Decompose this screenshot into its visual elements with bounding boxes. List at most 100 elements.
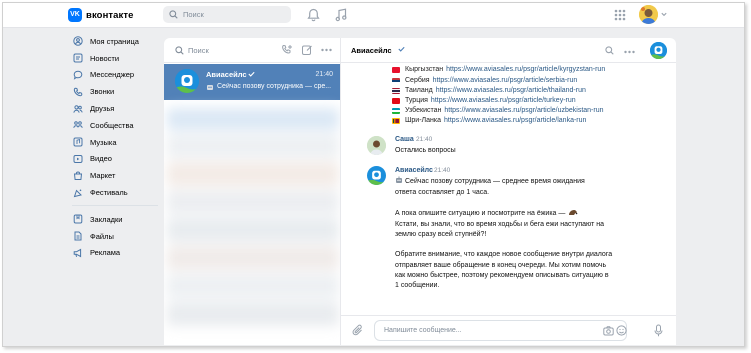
microphone-icon[interactable]: [654, 324, 663, 339]
emoji-icon[interactable]: [616, 325, 627, 338]
user-avatar[interactable]: [367, 136, 386, 155]
aviasales-avatar[interactable]: [650, 42, 667, 59]
chat-list-item-active[interactable]: Авиасейлс 21:40 Сейчас позову сотрудника…: [164, 64, 340, 100]
sidebar-item-messenger[interactable]: Мессенджер: [67, 67, 163, 84]
message-line: А пока опишите ситуацию и посмотрите на …: [395, 209, 640, 220]
compose-icon[interactable]: [301, 44, 313, 58]
robot-emoji-icon: [206, 83, 214, 93]
message-author[interactable]: Саша: [395, 136, 414, 143]
message-line-text: Сейчас позову сотрудника — среднее время…: [405, 178, 585, 185]
list-item[interactable]: [167, 162, 339, 186]
sidebar-item-my-page[interactable]: Моя страница: [67, 33, 163, 50]
camera-icon[interactable]: [603, 326, 614, 338]
country-link[interactable]: https://www.aviasales.ru/psgr/article/la…: [444, 117, 586, 124]
festival-icon: [72, 187, 83, 198]
country-link[interactable]: https://www.aviasales.ru/psgr/article/se…: [433, 77, 578, 84]
list-item[interactable]: [167, 190, 339, 214]
sidebar-divider: [72, 204, 158, 206]
country-link[interactable]: https://www.aviasales.ru/psgr/article/ky…: [446, 66, 605, 73]
message-text: Остались вопросы: [395, 146, 640, 156]
bookmark-icon: [72, 214, 83, 225]
vk-logo-text: вконтакте: [86, 9, 134, 21]
left-sidebar: Моя страница Новости Мессенджер Звонки Д…: [67, 33, 163, 261]
search-icon[interactable]: [605, 46, 614, 57]
chat-list-header: Поиск: [164, 38, 340, 63]
search-placeholder: Поиск: [183, 10, 204, 19]
message-text: Сейчас позову сотрудника — среднее время…: [395, 176, 640, 291]
message-input[interactable]: Напишите сообщение...: [374, 320, 627, 341]
search-input[interactable]: Поиск: [163, 6, 291, 23]
country-name: Таиланд: [405, 87, 433, 94]
verified-icon: [248, 71, 255, 79]
list-item[interactable]: [167, 246, 339, 270]
more-icon[interactable]: [624, 49, 635, 56]
message-line: землю сразу всей ступнёй?!: [395, 231, 487, 238]
sidebar-item-communities[interactable]: Сообщества: [67, 117, 163, 134]
sidebar-item-news[interactable]: Новости: [67, 50, 163, 67]
market-icon: [72, 170, 83, 181]
sidebar-item-label: Маркет: [90, 171, 116, 181]
country-link[interactable]: https://www.aviasales.ru/psgr/article/tu…: [431, 97, 576, 104]
aviasales-avatar: [175, 69, 199, 93]
list-item[interactable]: [167, 134, 339, 158]
country-name: Шри-Ланка: [405, 117, 442, 124]
sidebar-item-label: Музыка: [90, 137, 117, 147]
sidebar-item-label: Мессенджер: [90, 70, 135, 80]
app-window: VK вконтакте Поиск Моя страница Новости …: [2, 2, 745, 347]
flag-serbia-icon: [392, 77, 400, 84]
attach-icon[interactable]: [352, 324, 364, 339]
country-name: Узбекистан: [405, 107, 442, 114]
message-author[interactable]: Авиасейлс: [395, 167, 433, 174]
message-line: Кстати, вы знали, что во время ходьбы и …: [395, 220, 605, 228]
music-icon[interactable]: [335, 8, 347, 24]
sidebar-item-market[interactable]: Маркет: [67, 167, 163, 184]
vk-logo[interactable]: VK вконтакте: [68, 8, 134, 22]
sidebar-item-festival[interactable]: Фестиваль: [67, 184, 163, 201]
list-item[interactable]: [167, 302, 339, 326]
new-call-icon[interactable]: [281, 44, 293, 58]
message-line: ответа составляет до 1 часа.: [395, 189, 490, 197]
flag-turkey-icon: [392, 97, 400, 104]
flag-uzbekistan-icon: [392, 107, 400, 114]
sidebar-item-files[interactable]: Файлы: [67, 228, 163, 245]
chat-search-input[interactable]: Поиск: [188, 46, 209, 55]
video-icon: [72, 153, 83, 164]
chevron-down-icon[interactable]: [661, 12, 667, 19]
more-icon[interactable]: [321, 47, 332, 54]
message-line: Остались вопросы: [395, 147, 456, 154]
country-link[interactable]: https://www.aviasales.ru/psgr/article/th…: [436, 87, 586, 94]
country-name: Сербия: [405, 77, 430, 84]
sidebar-item-ads[interactable]: Реклама: [67, 245, 163, 262]
sidebar-item-calls[interactable]: Звонки: [67, 83, 163, 100]
list-item[interactable]: [167, 274, 339, 298]
flag-kyrgyzstan-icon: [392, 66, 400, 73]
sidebar-item-music[interactable]: Музыка: [67, 134, 163, 151]
list-item[interactable]: [167, 108, 339, 130]
avatar[interactable]: [639, 5, 658, 24]
chat-preview: Сейчас позову сотрудника — сре...: [217, 83, 332, 90]
message-composer: Напишите сообщение...: [341, 315, 676, 345]
country-link-row: Турция https://www.aviasales.ru/psgr/art…: [392, 97, 576, 104]
aviasales-avatar[interactable]: [367, 166, 386, 185]
blurred-chat-list: [164, 100, 340, 345]
chat-name: Авиасейлс: [206, 70, 247, 79]
sidebar-item-friends[interactable]: Друзья: [67, 100, 163, 117]
country-link-row: Сербия https://www.aviasales.ru/psgr/art…: [392, 77, 577, 84]
conversation-title[interactable]: Авиасейлс: [351, 46, 392, 55]
country-link[interactable]: https://www.aviasales.ru/psgr/article/uz…: [444, 107, 603, 114]
sidebar-item-label: Видео: [90, 154, 112, 164]
sidebar-item-video[interactable]: Видео: [67, 151, 163, 168]
apps-grid-icon[interactable]: [614, 9, 626, 23]
sidebar-item-bookmarks[interactable]: Закладки: [67, 211, 163, 228]
country-link-row: Узбекистан https://www.aviasales.ru/psgr…: [392, 107, 604, 114]
sidebar-item-label: Файлы: [90, 231, 114, 241]
message-input-placeholder: Напишите сообщение...: [384, 327, 462, 334]
message-line: как можно быстрее, поэтому рекомендуем о…: [395, 271, 609, 279]
sidebar-item-label: Фестиваль: [90, 188, 128, 198]
list-item[interactable]: [167, 218, 339, 242]
bell-icon[interactable]: [307, 8, 320, 24]
country-name: Кыргызстан: [405, 66, 444, 73]
flag-sri-lanka-icon: [392, 117, 400, 124]
sidebar-item-label: Закладки: [90, 214, 123, 224]
